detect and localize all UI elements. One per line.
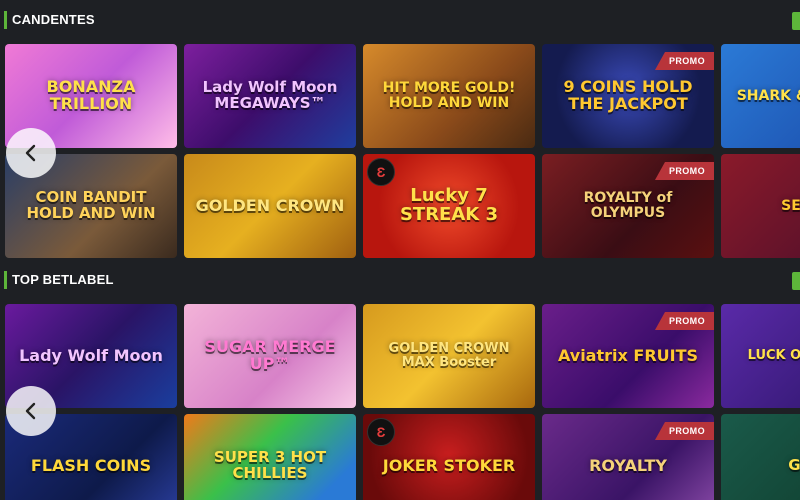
section-title-top-betlabel: TOP BETLABEL [0, 267, 114, 293]
promo-badge: PROMO [654, 312, 714, 330]
game-title: JOKER STOKER [382, 455, 516, 475]
game-title: BONANZA TRILLION [46, 77, 136, 113]
game-tile[interactable]: GOLDEN CROWN [184, 154, 356, 258]
game-carousel-candentes: BONANZA TRILLION Lady Wolf Moon MEGAWAYS™… [0, 44, 800, 258]
game-tile[interactable]: ROYALTY of OLYMPUS PROMO [542, 154, 714, 258]
game-title: GOLDEN CROWN [195, 195, 345, 215]
game-tile[interactable]: Aviatrix FRUITS PROMO [542, 304, 714, 408]
game-title: SUPER 3 HOT CHILLIES [213, 448, 327, 482]
game-tile[interactable]: 9 COINS HOLD THE JACKPOT PROMO [542, 44, 714, 148]
game-title: GOLDEN CROWN MAX Booster [388, 341, 510, 370]
game-title: LUCK OF BONUS [747, 348, 800, 364]
game-title: COIN BANDIT HOLD AND WIN [26, 188, 156, 222]
game-title: Lady Wolf Moon MEGAWAYS™ [202, 78, 338, 112]
game-tile[interactable]: Lucky 7 STREAK 3Ɛ [363, 154, 535, 258]
game-title: Aviatrix FRUITS [557, 345, 699, 365]
provider-logo-icon: Ɛ [367, 418, 395, 446]
game-title: FLASH COINS [30, 455, 152, 475]
game-tile[interactable]: SUGAR MERGE UP™ [184, 304, 356, 408]
carousel-prev-button[interactable] [6, 386, 56, 436]
chevron-left-icon [25, 402, 36, 420]
chevron-left-icon [25, 144, 36, 162]
game-title: ROYALTY [589, 455, 667, 475]
scroll-indicator [792, 12, 800, 30]
game-title: Lady Wolf Moon [19, 345, 163, 365]
game-tile[interactable]: HIT MORE GOLD! HOLD AND WIN [363, 44, 535, 148]
game-tile[interactable]: SEVEN [721, 154, 800, 258]
game-tile[interactable]: JOKER STOKER Ɛ [363, 414, 535, 500]
game-tile[interactable]: LUCK OF BONUS [721, 304, 800, 408]
scroll-indicator [792, 272, 800, 290]
game-title: 9 COINS HOLD THE JACKPOT [563, 77, 693, 113]
carousel-prev-button[interactable] [6, 128, 56, 178]
promo-badge: PROMO [654, 52, 714, 70]
game-title: GEM [788, 456, 800, 475]
section-title-candentes: CANDENTES [0, 7, 95, 33]
game-tile[interactable]: SHARK & SHARKS [721, 44, 800, 148]
game-title: ROYALTY of OLYMPUS [583, 190, 673, 221]
game-tile[interactable]: GEM [721, 414, 800, 500]
game-tile[interactable]: SUPER 3 HOT CHILLIES [184, 414, 356, 500]
game-title: HIT MORE GOLD! HOLD AND WIN [382, 80, 516, 111]
game-title: SHARK & SHARKS [736, 87, 800, 104]
game-tile[interactable]: ROYALTY PROMO [542, 414, 714, 500]
promo-badge: PROMO [654, 422, 714, 440]
game-title: SEVEN [781, 197, 800, 214]
game-title: Lucky 7 STREAK 3 [399, 185, 499, 225]
game-carousel-top-betlabel: Lady Wolf Moon SUGAR MERGE UP™ GOLDEN CROW… [0, 304, 800, 500]
game-tile[interactable]: Lady Wolf Moon MEGAWAYS™ [184, 44, 356, 148]
promo-badge: PROMO [654, 162, 714, 180]
game-tile[interactable]: GOLDEN CROWN MAX Booster [363, 304, 535, 408]
provider-logo-icon: Ɛ [367, 158, 395, 186]
game-title: SUGAR MERGE UP™ [204, 337, 336, 373]
